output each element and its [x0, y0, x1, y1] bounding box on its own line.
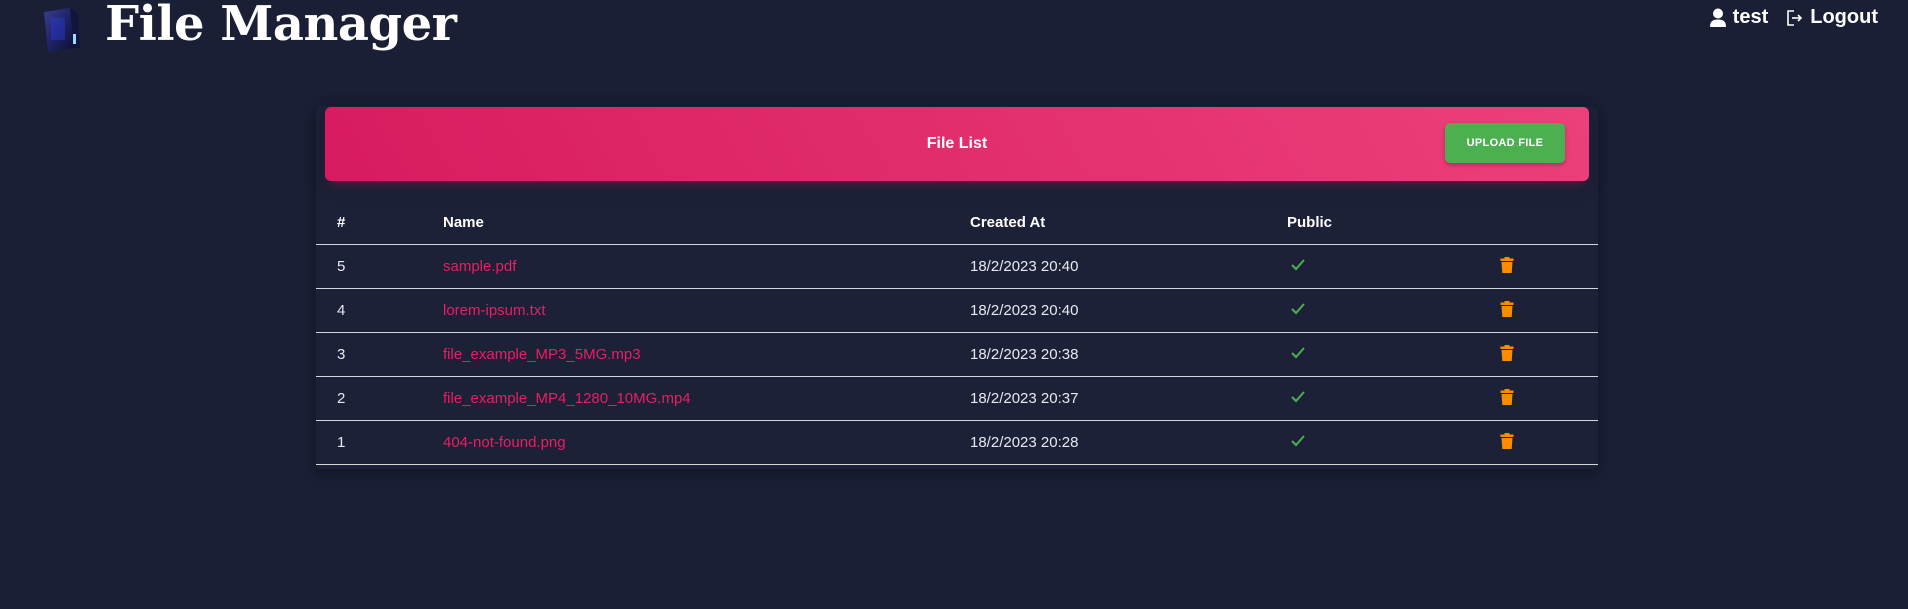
delete-file-button[interactable]	[1500, 388, 1514, 409]
created-at-cell: 18/2/2023 20:28	[970, 420, 1287, 465]
card-header: File List UPLOAD FILE	[325, 107, 1589, 181]
row-index: 1	[316, 420, 443, 465]
created-at-cell: 18/2/2023 20:37	[970, 376, 1287, 421]
trash-icon	[1500, 432, 1514, 449]
created-at-cell: 18/2/2023 20:40	[970, 244, 1287, 289]
delete-file-button[interactable]	[1500, 256, 1514, 277]
check-icon	[1287, 434, 1306, 452]
logout-button[interactable]: Logout	[1786, 6, 1878, 29]
column-header-actions	[1500, 200, 1598, 245]
row-index: 2	[316, 376, 443, 421]
delete-file-button[interactable]	[1500, 344, 1514, 365]
app-title: File Manager	[105, 0, 457, 52]
trash-icon	[1500, 344, 1514, 361]
table-row: 4 lorem-ipsum.txt 18/2/2023 20:40	[316, 288, 1598, 333]
logout-label: Logout	[1810, 6, 1878, 28]
trash-icon	[1500, 256, 1514, 273]
row-index: 3	[316, 332, 443, 377]
file-name-link[interactable]: 404-not-found.png	[443, 434, 566, 451]
delete-file-button[interactable]	[1500, 432, 1514, 453]
check-icon	[1287, 390, 1306, 408]
table-row: 2 file_example_MP4_1280_10MG.mp4 18/2/20…	[316, 376, 1598, 421]
check-icon	[1287, 258, 1306, 276]
column-header-created-at: Created At	[970, 200, 1287, 245]
table-row: 5 sample.pdf 18/2/2023 20:40	[316, 244, 1598, 289]
table-header-row: # Name Created At Public	[316, 200, 1598, 245]
check-icon	[1287, 302, 1306, 320]
trash-icon	[1500, 388, 1514, 405]
file-table: # Name Created At Public 5 sample.pdf 18…	[316, 200, 1598, 465]
file-name-link[interactable]: file_example_MP4_1280_10MG.mp4	[443, 390, 691, 407]
row-index: 4	[316, 288, 443, 333]
created-at-cell: 18/2/2023 20:38	[970, 332, 1287, 377]
column-header-index: #	[316, 200, 443, 245]
column-header-name: Name	[443, 200, 970, 245]
trash-icon	[1500, 300, 1514, 317]
file-name-link[interactable]: lorem-ipsum.txt	[443, 302, 546, 319]
column-header-public: Public	[1287, 200, 1500, 245]
file-list-card: File List UPLOAD FILE # Name Created At …	[316, 106, 1598, 469]
username-label: test	[1732, 6, 1769, 28]
check-icon	[1287, 346, 1306, 364]
upload-file-button[interactable]: UPLOAD FILE	[1445, 123, 1565, 163]
top-bar: File Manager test Logout	[0, 0, 1908, 60]
created-at-cell: 18/2/2023 20:40	[970, 288, 1287, 333]
user-profile-link[interactable]: test	[1709, 6, 1769, 29]
logout-icon	[1786, 9, 1804, 27]
table-row: 1 404-not-found.png 18/2/2023 20:28	[316, 420, 1598, 465]
card-title: File List	[926, 135, 988, 152]
user-menu: test Logout	[1709, 6, 1878, 29]
user-icon	[1709, 8, 1727, 28]
row-index: 5	[316, 244, 443, 289]
file-name-link[interactable]: file_example_MP3_5MG.mp3	[443, 346, 641, 363]
app-logo[interactable]	[40, 4, 82, 54]
table-row: 3 file_example_MP3_5MG.mp3 18/2/2023 20:…	[316, 332, 1598, 377]
file-name-link[interactable]: sample.pdf	[443, 258, 516, 275]
delete-file-button[interactable]	[1500, 300, 1514, 321]
